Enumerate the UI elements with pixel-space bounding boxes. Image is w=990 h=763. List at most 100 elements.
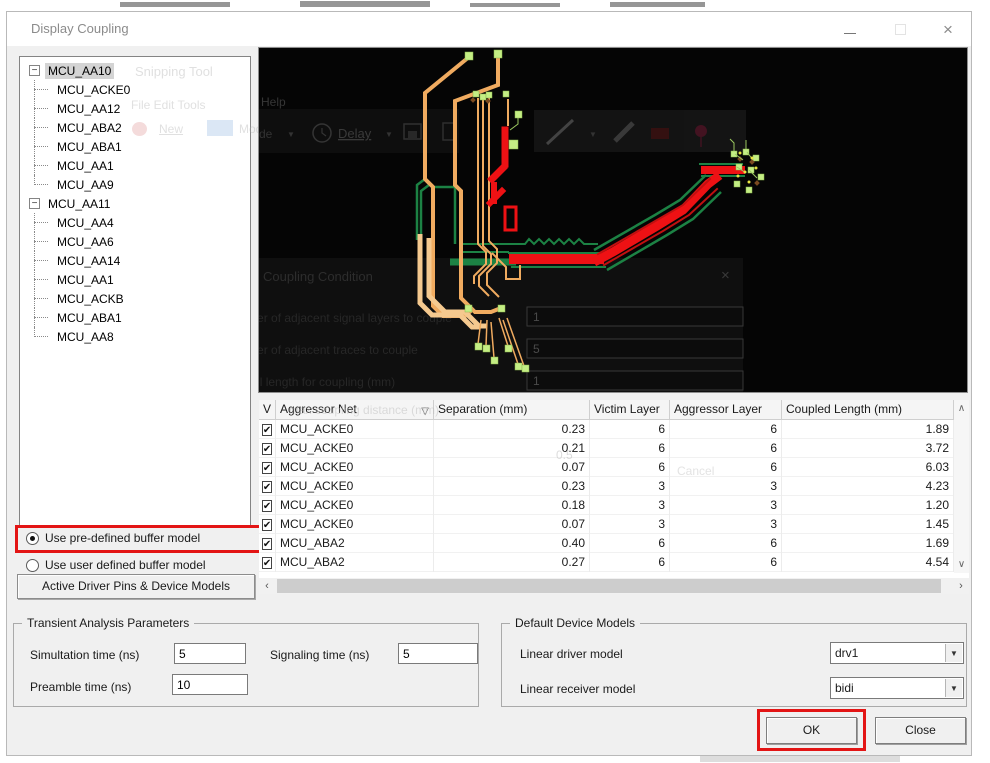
tree-child-item[interactable]: MCU_ABA2 bbox=[24, 118, 250, 137]
tree-item-label[interactable]: MCU_ABA1 bbox=[54, 310, 125, 326]
net-cell: MCU_ABA2 bbox=[276, 534, 434, 553]
title-bar[interactable]: Display Coupling × bbox=[7, 12, 971, 46]
tree-item-label[interactable]: MCU_AA1 bbox=[54, 272, 117, 288]
tree-child-item[interactable]: MCU_AA8 bbox=[24, 327, 250, 346]
tree-item-label[interactable]: MCU_ACKB bbox=[54, 291, 127, 307]
table-body[interactable]: ✔ MCU_ACKE0 0.23 6 6 1.89 ✔ MCU_ACKE0 0.21 6 6 3.72… bbox=[259, 420, 954, 572]
radio-selected-icon[interactable] bbox=[26, 531, 39, 545]
linear-receiver-model-select[interactable]: bidi ▼ bbox=[830, 677, 964, 699]
ghost-eraser-icon bbox=[651, 128, 669, 139]
tree-item-label[interactable]: MCU_AA11 bbox=[45, 196, 113, 212]
coupled-length-cell: 1.45 bbox=[782, 515, 954, 534]
ok-button[interactable]: OK bbox=[766, 717, 857, 744]
tree-child-item[interactable]: MCU_AA6 bbox=[24, 232, 250, 251]
simulation-time-label: Simultation time (ns) bbox=[30, 648, 140, 662]
scroll-down-icon[interactable]: ∨ bbox=[954, 559, 969, 570]
dropdown-icon[interactable]: ▼ bbox=[945, 644, 962, 662]
row-checkbox[interactable]: ✔ bbox=[261, 518, 273, 531]
victim-layer-cell: 6 bbox=[590, 553, 670, 572]
scroll-left-icon[interactable]: ‹ bbox=[259, 580, 275, 592]
selected-value: drv1 bbox=[835, 646, 859, 660]
table-row[interactable]: ✔ MCU_ACKE0 0.23 6 6 1.89 bbox=[259, 420, 954, 439]
sort-descending-icon[interactable]: ▽ bbox=[421, 402, 429, 420]
scroll-up-icon[interactable]: ∧ bbox=[954, 403, 969, 414]
tree-child-item[interactable]: MCU_AA9 bbox=[24, 175, 250, 194]
table-row[interactable]: ✔ MCU_ACKE0 0.07 6 6 6.03 bbox=[259, 458, 954, 477]
coupling-table[interactable]: V Aggressor Net ▽ Separation (mm) Victim Lay… bbox=[259, 400, 969, 594]
simulation-time-input[interactable] bbox=[174, 643, 246, 664]
horizontal-scrollbar[interactable]: ‹ › bbox=[259, 578, 969, 594]
column-header-aggressor-layer[interactable]: Aggressor Layer bbox=[670, 400, 782, 420]
active-driver-pins-button[interactable]: Active Driver Pins & Device Models bbox=[17, 574, 255, 599]
row-checkbox[interactable]: ✔ bbox=[261, 423, 273, 436]
tree-item-label[interactable]: MCU_ACKE0 bbox=[54, 82, 133, 98]
tree-child-item[interactable]: MCU_AA12 bbox=[24, 99, 250, 118]
row-checkbox[interactable]: ✔ bbox=[261, 537, 273, 550]
minimize-button[interactable] bbox=[835, 20, 865, 40]
tree-item-label[interactable]: MCU_AA14 bbox=[54, 253, 123, 269]
tree-connector bbox=[24, 213, 54, 232]
preamble-time-input[interactable] bbox=[172, 674, 248, 695]
column-header-aggressor-net[interactable]: Aggressor Net ▽ bbox=[276, 400, 434, 420]
table-row[interactable]: ✔ MCU_ACKE0 0.07 3 3 1.45 bbox=[259, 515, 954, 534]
dropdown-icon[interactable]: ▼ bbox=[945, 679, 962, 697]
row-checkbox[interactable]: ✔ bbox=[261, 461, 273, 474]
table-row[interactable]: ✔ MCU_ACKE0 0.18 3 3 1.20 bbox=[259, 496, 954, 515]
collapse-icon[interactable]: − bbox=[29, 198, 40, 209]
tree-child-item[interactable]: MCU_ABA1 bbox=[24, 137, 250, 156]
row-checkbox[interactable]: ✔ bbox=[261, 442, 273, 455]
tree-root-item[interactable]: − MCU_AA11 bbox=[24, 194, 250, 213]
tree-child-item[interactable]: MCU_ACKE0 bbox=[24, 80, 250, 99]
tree-item-label[interactable]: MCU_AA1 bbox=[54, 158, 117, 174]
tree-child-item[interactable]: MCU_AA1 bbox=[24, 270, 250, 289]
tree-child-item[interactable]: MCU_AA14 bbox=[24, 251, 250, 270]
column-header-separation-mm-[interactable]: Separation (mm) bbox=[434, 400, 590, 420]
radio-unselected-icon[interactable] bbox=[26, 558, 39, 572]
close-button[interactable]: Close bbox=[875, 717, 966, 744]
table-row[interactable]: ✔ MCU_ABA2 0.27 6 6 4.54 bbox=[259, 553, 954, 572]
row-checkbox[interactable]: ✔ bbox=[261, 556, 273, 569]
table-row[interactable]: ✔ MCU_ACKE0 0.21 6 6 3.72 bbox=[259, 439, 954, 458]
maximize-button[interactable] bbox=[885, 20, 915, 40]
signaling-time-input[interactable] bbox=[398, 643, 478, 664]
scrollbar-thumb[interactable] bbox=[277, 579, 941, 593]
close-window-button[interactable]: × bbox=[933, 20, 963, 40]
linear-driver-model-label: Linear driver model bbox=[520, 647, 623, 661]
column-header-victim-layer[interactable]: Victim Layer bbox=[590, 400, 670, 420]
tree-item-label[interactable]: MCU_AA4 bbox=[54, 215, 117, 231]
row-checkbox[interactable]: ✔ bbox=[261, 499, 273, 512]
tree-child-item[interactable]: MCU_ACKB bbox=[24, 289, 250, 308]
radio-predefined-buffer-model[interactable]: Use pre-defined buffer model bbox=[26, 531, 200, 545]
coupled-length-cell: 4.23 bbox=[782, 477, 954, 496]
tree-child-item[interactable]: MCU_ABA1 bbox=[24, 308, 250, 327]
tree-item-label[interactable]: MCU_AA8 bbox=[54, 329, 117, 345]
ghost-field-value: 1 bbox=[533, 374, 540, 388]
column-header-coupled-length-mm-[interactable]: Coupled Length (mm) bbox=[782, 400, 954, 420]
table-row[interactable]: ✔ MCU_ACKE0 0.23 3 3 4.23 bbox=[259, 477, 954, 496]
table-header-row[interactable]: V Aggressor Net ▽ Separation (mm) Victim Lay… bbox=[259, 400, 954, 420]
pcb-trace-view[interactable]: Help de ▼ Delay ▼ ▼ Coupling Condition ×… bbox=[258, 47, 968, 393]
collapse-icon[interactable]: − bbox=[29, 65, 40, 76]
tree-item-label[interactable]: MCU_AA9 bbox=[54, 177, 117, 193]
tree-item-label[interactable]: MCU_AA6 bbox=[54, 234, 117, 250]
scroll-right-icon[interactable]: › bbox=[953, 580, 969, 592]
tree-item-label[interactable]: MCU_AA10 bbox=[45, 62, 115, 79]
vertical-scrollbar[interactable]: ∧ ∨ bbox=[954, 400, 969, 573]
visibility-cell: ✔ bbox=[259, 439, 276, 458]
tree-item-label[interactable]: MCU_ABA2 bbox=[54, 120, 125, 136]
tree-item-label[interactable]: MCU_AA12 bbox=[54, 101, 123, 117]
ghost-dialog-title: Coupling Condition bbox=[263, 269, 373, 284]
visibility-cell: ✔ bbox=[259, 534, 276, 553]
tree-child-item[interactable]: MCU_AA4 bbox=[24, 213, 250, 232]
column-header-v[interactable]: V bbox=[259, 400, 276, 420]
linear-driver-model-select[interactable]: drv1 ▼ bbox=[830, 642, 964, 664]
tree-item-label[interactable]: MCU_ABA1 bbox=[54, 139, 125, 155]
net-tree[interactable]: − MCU_AA10 MCU_ACKE0 MCU_AA12 MCU_ABA2 MCU_AB… bbox=[19, 56, 251, 526]
row-checkbox[interactable]: ✔ bbox=[261, 480, 273, 493]
coupled-length-cell: 1.69 bbox=[782, 534, 954, 553]
tree-child-item[interactable]: MCU_AA1 bbox=[24, 156, 250, 175]
table-row[interactable]: ✔ MCU_ABA2 0.40 6 6 1.69 bbox=[259, 534, 954, 553]
tree-root-item[interactable]: − MCU_AA10 bbox=[24, 61, 250, 80]
victim-layer-cell: 3 bbox=[590, 515, 670, 534]
radio-user-defined-buffer-model[interactable]: Use user defined buffer model bbox=[26, 558, 206, 572]
